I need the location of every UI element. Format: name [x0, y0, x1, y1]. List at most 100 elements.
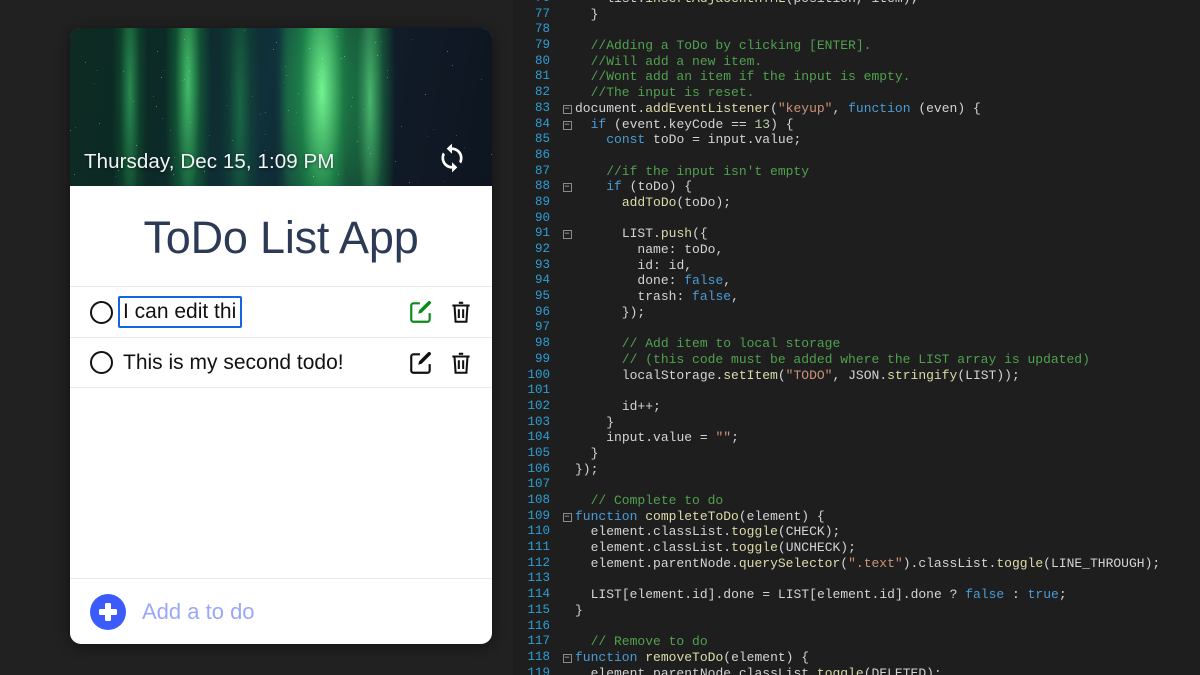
- code-line: 77 }: [513, 7, 1200, 23]
- code-line: 111 element.classList.toggle(UNCHECK);: [513, 540, 1200, 556]
- code-text: // (this code must be added where the LI…: [575, 351, 1090, 367]
- fold-toggle-icon[interactable]: −: [559, 226, 575, 242]
- line-number: 116: [527, 618, 550, 633]
- code-text: }: [575, 602, 583, 618]
- code-line: 99 // (this code must be added where the…: [513, 352, 1200, 368]
- code-text: //Adding a ToDo by clicking [ENTER].: [575, 38, 872, 54]
- line-number: 86: [534, 147, 550, 162]
- code-text: // Add item to local storage: [575, 336, 841, 352]
- code-lines-container: 76 list.insertAdjacentHTML(position, ite…: [513, 0, 1200, 675]
- code-text: trash: false,: [637, 289, 739, 305]
- card-header: Thursday, Dec 15, 1:09 PM: [70, 28, 492, 186]
- line-number: 85: [534, 132, 550, 147]
- line-number: 98: [534, 336, 550, 351]
- line-number: 84: [534, 116, 550, 131]
- line-number: 113: [527, 571, 550, 586]
- code-line: 81 //Wont add an item if the input is em…: [513, 69, 1200, 85]
- code-line: 98 // Add item to local storage: [513, 336, 1200, 352]
- todo-edit-input[interactable]: [118, 295, 242, 329]
- code-text: //Will add a new item.: [575, 53, 763, 69]
- line-number: 110: [527, 524, 550, 539]
- code-text: //Wont add an item if the input is empty…: [575, 69, 911, 85]
- code-line: 100 localStorage.setItem("TODO", JSON.st…: [513, 368, 1200, 384]
- line-number: 114: [527, 587, 550, 602]
- trash-can-icon[interactable]: [448, 299, 474, 325]
- line-number: 100: [527, 367, 550, 382]
- line-number: 95: [534, 289, 550, 304]
- trash-can-icon[interactable]: [448, 350, 474, 376]
- fold-toggle-icon[interactable]: −: [559, 509, 575, 525]
- code-text: localStorage.setItem("TODO", JSON.string…: [621, 367, 1020, 383]
- code-line: 90: [513, 211, 1200, 227]
- code-text: if (event.keyCode == 13) {: [590, 116, 794, 132]
- code-line: 107: [513, 477, 1200, 493]
- line-number: 91: [534, 226, 550, 241]
- code-line: 108 // Complete to do: [513, 493, 1200, 509]
- code-line: 84− if (event.keyCode == 13) {: [513, 117, 1200, 133]
- code-text: LIST.push({: [621, 226, 708, 242]
- line-number: 87: [534, 163, 550, 178]
- code-text: // Remove to do: [575, 634, 708, 650]
- code-line: 92 name: toDo,: [513, 242, 1200, 258]
- line-number: 99: [534, 351, 550, 366]
- code-text: if (toDo) {: [606, 179, 693, 195]
- todo-text-area: [118, 295, 400, 329]
- code-line: 82 //The input is reset.: [513, 85, 1200, 101]
- todo-row-actions: [408, 350, 474, 376]
- todo-row-actions: [408, 299, 474, 325]
- code-editor-pane[interactable]: 76 list.insertAdjacentHTML(position, ite…: [513, 0, 1200, 675]
- line-number: 76: [513, 0, 559, 7]
- code-line: 101: [513, 383, 1200, 399]
- unchecked-circle-icon[interactable]: [90, 300, 113, 324]
- line-number: 82: [534, 85, 550, 100]
- code-line: 78: [513, 22, 1200, 38]
- add-todo-input[interactable]: [142, 598, 472, 625]
- line-number: 104: [527, 430, 550, 445]
- todo-list: This is my second todo!: [70, 286, 492, 578]
- code-text: element.parentNode.querySelector(".text"…: [590, 555, 1161, 571]
- code-line: 110 element.classList.toggle(CHECK);: [513, 524, 1200, 540]
- code-text: element.classList.toggle(UNCHECK);: [590, 540, 856, 556]
- refresh-sync-icon[interactable]: [436, 142, 468, 174]
- fold-toggle-icon[interactable]: −: [559, 101, 575, 117]
- line-number: 107: [527, 477, 550, 492]
- unchecked-circle-icon[interactable]: [90, 351, 113, 374]
- line-number: 90: [534, 210, 550, 225]
- plus-circle-icon[interactable]: [90, 593, 126, 630]
- line-number: 117: [527, 634, 550, 649]
- line-number: 78: [534, 22, 550, 37]
- code-line: 109− function completeToDo(element) {: [513, 509, 1200, 525]
- code-line: 80 //Will add a new item.: [513, 54, 1200, 70]
- fold-toggle-icon[interactable]: −: [559, 117, 575, 133]
- code-text: input.value = "";: [606, 430, 739, 446]
- code-text: }: [575, 445, 599, 461]
- line-number: 96: [534, 304, 550, 319]
- code-line: 117 // Remove to do: [513, 634, 1200, 650]
- line-number: 88: [534, 179, 550, 194]
- line-number: 81: [534, 69, 550, 84]
- code-text: });: [575, 304, 646, 320]
- code-line: 85 const toDo = input.value;: [513, 132, 1200, 148]
- pencil-square-icon[interactable]: [408, 350, 434, 376]
- todo-app-card: Thursday, Dec 15, 1:09 PM ToDo List App …: [70, 28, 492, 644]
- code-line: 114 LIST[element.id].done = LIST[element…: [513, 587, 1200, 603]
- line-number: 108: [527, 493, 550, 507]
- code-text: function removeToDo(element) {: [575, 649, 810, 665]
- line-number: 112: [527, 555, 550, 570]
- code-line: 76 list.insertAdjacentHTML(position, ite…: [513, 0, 1200, 7]
- code-line: 97: [513, 320, 1200, 336]
- code-text: }: [575, 6, 599, 22]
- add-todo-footer: [70, 578, 492, 644]
- code-line: 86: [513, 148, 1200, 164]
- code-line: 116: [513, 619, 1200, 635]
- code-line: 91− LIST.push({: [513, 226, 1200, 242]
- line-number: 118: [527, 649, 550, 664]
- pencil-square-icon[interactable]: [408, 299, 434, 325]
- code-text: function completeToDo(element) {: [575, 508, 825, 524]
- fold-toggle-icon[interactable]: −: [559, 179, 575, 195]
- todo-row: This is my second todo!: [70, 337, 492, 388]
- line-number: 119: [527, 665, 550, 675]
- code-line: 103 }: [513, 415, 1200, 431]
- fold-toggle-icon[interactable]: −: [559, 650, 575, 666]
- line-number: 92: [534, 242, 550, 256]
